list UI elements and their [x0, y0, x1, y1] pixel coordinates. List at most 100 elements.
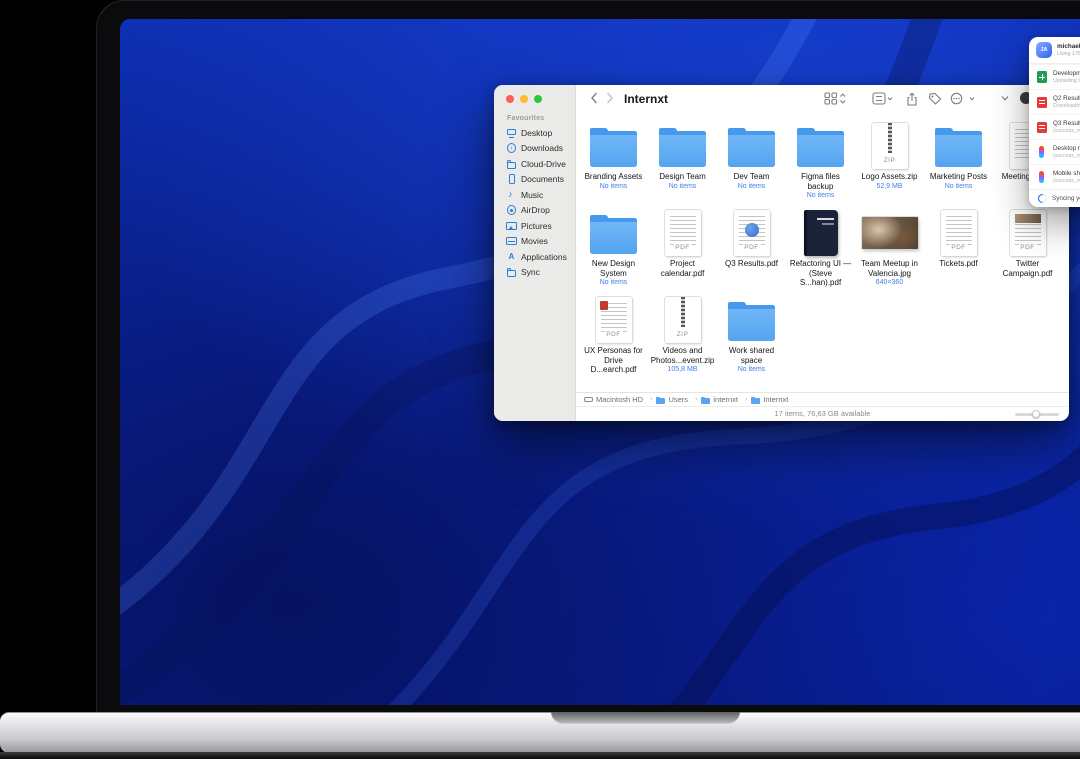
tag-button[interactable]: [928, 92, 942, 105]
sync-file-subtitle: Downloading 35%: [1053, 103, 1080, 109]
file-tile[interactable]: Dev Team No items: [717, 118, 786, 205]
file-icon: [648, 120, 717, 172]
breadcrumb-label: Macintosh HD: [596, 395, 643, 404]
laptop-base: [0, 712, 1080, 753]
file-tile[interactable]: New Design System No items: [579, 205, 648, 292]
file-name: New Design System: [582, 259, 646, 278]
breadcrumb-item[interactable]: Macintosh HD ›: [584, 395, 656, 404]
group-by-button[interactable]: [872, 92, 893, 105]
file-tile[interactable]: Figma files backup No items: [786, 118, 855, 205]
breadcrumb-item[interactable]: internxt ›: [701, 395, 751, 404]
file-icon: [855, 207, 924, 259]
sidebar-item-icon: [506, 190, 517, 200]
filetype-badge: PDF: [604, 331, 623, 338]
sidebar-item-label: AirDrop: [521, 205, 550, 215]
file-tile[interactable]: ZIP Videos and Photos...event.zip 105,8 …: [648, 292, 717, 379]
file-tile[interactable]: PDF UX Personas for Drive D...earch.pdf: [579, 292, 648, 379]
document-icon: PDF: [596, 297, 632, 343]
sync-file-row[interactable]: Q3 Results (2022).pdf (success_message): [1029, 114, 1080, 139]
view-switcher-button[interactable]: [824, 92, 846, 105]
book-cover-icon: [804, 210, 838, 256]
breadcrumb-item[interactable]: Internxt ›: [751, 395, 788, 404]
sidebar-list: Desktop Downloads Cloud-Drive Do: [494, 125, 575, 280]
sidebar-item-icon: [506, 159, 517, 169]
action-menu-button[interactable]: [950, 92, 976, 105]
file-tile[interactable]: PDF Project calendar.pdf: [648, 205, 717, 292]
sidebar-item[interactable]: Applications: [494, 249, 575, 265]
close-button[interactable]: [506, 95, 514, 103]
folder-icon: [728, 131, 775, 167]
file-meta: 52,9 MB: [876, 183, 902, 190]
file-tile[interactable]: Team Meetup in Valencia.jpg 640×360: [855, 205, 924, 292]
overflow-chevron-button[interactable]: [1000, 92, 1010, 104]
file-tile[interactable]: Refactoring UI — (Steve S...han).pdf: [786, 205, 855, 292]
sidebar-item[interactable]: Pictures: [494, 218, 575, 234]
icon-size-slider[interactable]: [1015, 413, 1059, 416]
zoom-button[interactable]: [534, 95, 542, 103]
sync-file-title: Q3 Results (2022).pdf: [1053, 120, 1080, 127]
file-icon: ZIP: [855, 120, 924, 172]
share-button[interactable]: [906, 92, 918, 106]
file-icon: PDF: [924, 207, 993, 259]
minimize-button[interactable]: [520, 95, 528, 103]
file-icon: [717, 294, 786, 346]
sidebar-item[interactable]: Sync: [494, 265, 575, 281]
filetype-badge: PDF: [949, 244, 968, 251]
laptop-base-shadow: [0, 752, 1080, 759]
document-icon: PDF: [665, 210, 701, 256]
syncing-spinner-icon: [1036, 192, 1049, 205]
file-meta: 105,8 MB: [668, 366, 698, 373]
sidebar-item-label: Documents: [521, 174, 564, 184]
sync-file-row[interactable]: Desktop migration and onboardi... (succe…: [1029, 139, 1080, 164]
file-tile[interactable]: ZIP Logo Assets.zip 52,9 MB: [855, 118, 924, 205]
laptop-screen: Favourites Desktop Downloads: [96, 0, 1080, 712]
sidebar-item-icon: [506, 267, 517, 277]
sidebar-item-label: Sync: [521, 267, 540, 277]
storage-usage: Using 176,42GB of 300GB: [1057, 51, 1080, 57]
sidebar-item[interactable]: AirDrop: [494, 203, 575, 219]
file-name: Q3 Results.pdf: [725, 259, 778, 269]
file-meta: No items: [738, 366, 766, 373]
file-tile[interactable]: Branding Assets No items: [579, 118, 648, 205]
sidebar-item[interactable]: Downloads: [494, 141, 575, 157]
forward-button[interactable]: [606, 92, 614, 104]
file-tile[interactable]: Design Team No items: [648, 118, 717, 205]
file-tile[interactable]: Work shared space No items: [717, 292, 786, 379]
avatar: JA: [1036, 42, 1052, 58]
sidebar-item[interactable]: Music: [494, 187, 575, 203]
folder-icon: [797, 131, 844, 167]
sync-file-row[interactable]: Development expenses.xlsx Uploading 64%: [1029, 64, 1080, 89]
breadcrumb-separator: ›: [695, 396, 697, 403]
sidebar-item-icon: [506, 143, 517, 153]
breadcrumb-icon: [751, 396, 760, 404]
sidebar-item[interactable]: Documents: [494, 172, 575, 188]
sidebar-item-label: Movies: [521, 236, 548, 246]
sync-file-row[interactable]: Mobile share folder flows.fig (success_m…: [1029, 164, 1080, 189]
file-icon: PDF: [993, 207, 1062, 259]
file-tile[interactable]: PDF Tickets.pdf: [924, 205, 993, 292]
file-tile[interactable]: Marketing Posts No items: [924, 118, 993, 205]
sidebar-item[interactable]: Desktop: [494, 125, 575, 141]
file-meta: No items: [600, 183, 628, 190]
sync-popup-header: JA michael@internxt.com Using 176,42GB o…: [1029, 37, 1080, 64]
back-button[interactable]: [590, 92, 598, 104]
sync-file-title: Development expenses.xlsx: [1053, 70, 1080, 77]
finder-window: Favourites Desktop Downloads: [494, 85, 1069, 421]
file-name: Twitter Campaign.pdf: [996, 259, 1060, 278]
sidebar-item-icon: [506, 205, 517, 215]
breadcrumb-item[interactable]: Users ›: [656, 395, 701, 404]
status-bar: 17 items, 76,63 GB available: [576, 406, 1069, 421]
document-icon: ZIP: [665, 297, 701, 343]
sync-file-row[interactable]: Q2 Results (2022).pdf Downloading 35%: [1029, 89, 1080, 114]
window-title: Internxt: [624, 92, 668, 106]
sync-file-title: Mobile share folder flows.fig: [1053, 170, 1080, 177]
syncing-label: Syncing your files: [1052, 195, 1080, 202]
sidebar-item[interactable]: Cloud-Drive: [494, 156, 575, 172]
document-icon: ZIP: [872, 123, 908, 169]
breadcrumb-icon: [656, 396, 665, 404]
file-tile[interactable]: PDF Twitter Campaign.pdf: [993, 205, 1062, 292]
file-tile[interactable]: PDF Q3 Results.pdf: [717, 205, 786, 292]
slider-knob[interactable]: [1032, 410, 1040, 418]
sync-file-subtitle: (success_message): [1053, 128, 1080, 134]
sidebar-item[interactable]: Movies: [494, 234, 575, 250]
